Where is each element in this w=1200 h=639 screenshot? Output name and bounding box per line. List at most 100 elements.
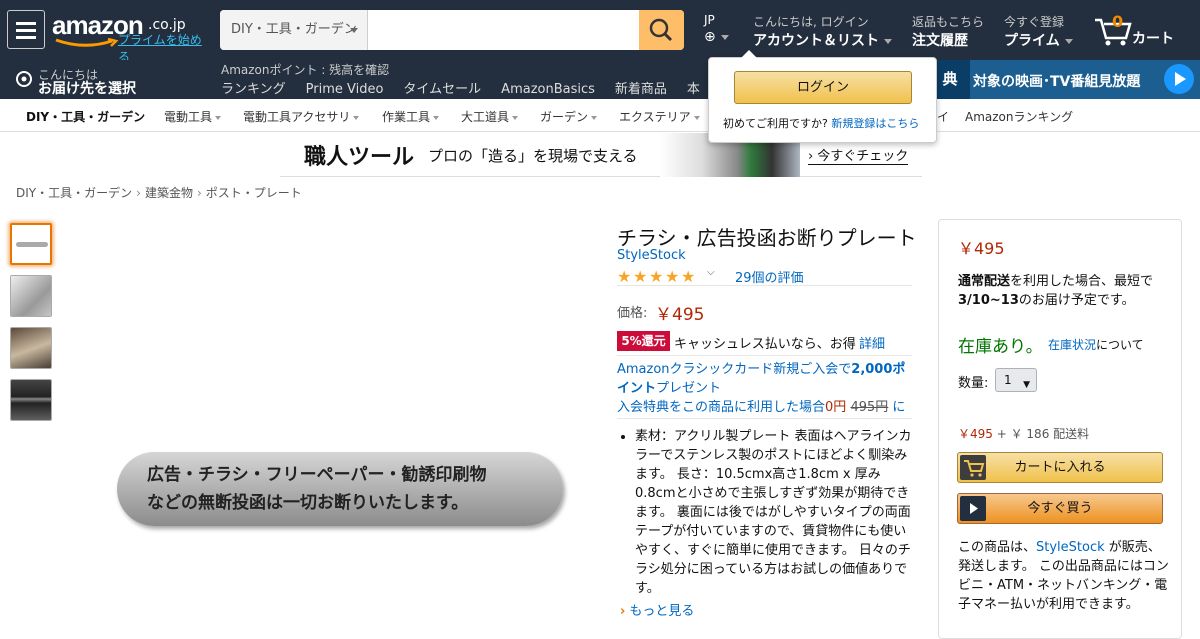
menu-button[interactable]	[7, 10, 45, 49]
prime-label: プライム	[1004, 33, 1060, 49]
main-product-image[interactable]: 広告・チラシ・フリーペーパー・勧誘印刷物 などの無断投函は一切お断りいたします。	[117, 452, 563, 526]
plate-text: 広告・チラシ・フリーペーパー・勧誘印刷物 などの無断投函は一切お断りいたします。	[147, 461, 547, 517]
orders-link[interactable]: 返品もこちら 注文履歴	[912, 13, 984, 50]
breadcrumb-item[interactable]: 建築金物	[145, 186, 193, 200]
top-nav: amazon .co.jp プライムを始める DIY・工具・ガーデン JP ⊕ …	[0, 0, 1200, 64]
add-to-cart-button[interactable]: カートに入れる	[957, 452, 1163, 483]
amazon-logo[interactable]: amazon .co.jp プライムを始める	[52, 10, 212, 64]
ad-title: 職人ツール	[304, 145, 415, 170]
breadcrumb: DIY・工具・ガーデン › 建築金物 › ポスト・プレート	[16, 184, 302, 201]
thumbnail-2[interactable]	[10, 275, 52, 317]
subnav-carpentry[interactable]: 大工道具	[461, 108, 519, 125]
secondary-nav: こんにちは お届け先を選択 Amazonポイント : 残高を確認 ランキング Pr…	[0, 60, 1200, 99]
buy-now-button[interactable]: 今すぐ買う	[957, 493, 1163, 524]
ad-cta[interactable]: 今すぐチェック	[808, 145, 909, 165]
search-category-label: DIY・工具・ガーデン	[231, 22, 357, 37]
cashback-detail-link[interactable]: 詳細	[859, 333, 885, 352]
buy-now-label: 今すぐ買う	[1027, 501, 1093, 516]
subnav-garden[interactable]: ガーデン	[540, 108, 598, 125]
thumbnail-3[interactable]	[10, 327, 52, 369]
card-promo-link[interactable]: Amazonクラシックカード新規ご入会で2,000ポイントプレゼント 入会特典を…	[617, 360, 912, 417]
menu-icon-bar	[16, 22, 36, 25]
thumbnail-4[interactable]	[10, 379, 52, 421]
caret-down-icon	[215, 115, 222, 120]
shipping-fee: ￥495 + ￥ 186 配送料	[958, 425, 1089, 442]
buybox-price: ￥495	[958, 239, 1005, 258]
thumb-plate-image	[16, 242, 48, 247]
cart-link[interactable]: 0 カート	[1094, 12, 1184, 48]
account-menu[interactable]: こんにちは, ログイン アカウント＆リスト	[753, 13, 892, 50]
see-more-link[interactable]: もっと見る	[620, 600, 694, 619]
seller-text: この商品は、	[958, 540, 1037, 555]
account-greeting: こんにちは, ログイン	[753, 15, 869, 29]
add-to-cart-label: カートに入れる	[1014, 460, 1106, 475]
promo-text: 対象の映画･TV番組見放題	[973, 74, 1141, 90]
search-input[interactable]	[369, 10, 639, 50]
caret-down-icon	[591, 115, 598, 120]
star-icon: ★	[665, 267, 680, 286]
ratings-count-link[interactable]: 29個の評価	[735, 267, 804, 286]
chevron-down-icon[interactable]: ⌵	[707, 267, 715, 278]
seller-link[interactable]: StyleStock	[1036, 540, 1105, 555]
globe-icon: ⊕	[704, 29, 729, 45]
search-bar: DIY・工具・ガーデン	[220, 10, 684, 50]
feature-bullet: 素材：アクリル製プレート 表面はヘアラインカラーでステンレス製のポストにほどよく…	[635, 427, 912, 598]
thumbnail-1[interactable]	[10, 223, 52, 265]
buy-box: ￥495 通常配送を利用した場合、最短で 3/10~13のお届け予定です。 在庫あ…	[938, 219, 1182, 639]
prime-menu[interactable]: 今すぐ登録 プライム	[1004, 13, 1073, 50]
new-customer-prefix: 初めてご利用ですか?	[723, 117, 828, 130]
deliver-to-button[interactable]: こんにちは お届け先を選択	[15, 66, 155, 97]
nav-link-books[interactable]: 本	[687, 82, 700, 97]
subnav-power-accessories[interactable]: 電動工具アクセサリ	[243, 108, 360, 125]
orders-small: 返品もこちら	[912, 15, 985, 29]
star-icon: ★	[633, 267, 648, 286]
login-button[interactable]: ログイン	[734, 71, 912, 104]
smile-icon	[55, 38, 119, 47]
points-link[interactable]: Amazonポイント : 残高を確認	[221, 61, 389, 78]
seller-info: この商品は、StyleStock が販売、発送します。 この出品商品にはコンビニ…	[958, 538, 1170, 614]
new-customer-text: 初めてご利用ですか? 新規登録はこちら	[723, 115, 919, 131]
divider	[617, 355, 912, 356]
quantity-value: 1	[1004, 373, 1012, 387]
brand-link[interactable]: StyleStock	[617, 248, 686, 263]
nav-link-new[interactable]: 新着商品	[615, 82, 667, 97]
star-rating[interactable]: ★ ★ ★ ★ ★	[617, 267, 697, 286]
feature-bullets: 素材：アクリル製プレート 表面はヘアラインカラーでステンレス製のポストにほどよく…	[617, 427, 912, 598]
plate-text-line: などの無断投函は一切お断りいたします。	[147, 493, 469, 513]
register-link[interactable]: 新規登録はこちら	[831, 117, 919, 130]
search-button[interactable]	[639, 10, 684, 50]
location-pin-icon	[16, 71, 32, 87]
stock-suffix: について	[1096, 338, 1144, 352]
search-category-select[interactable]: DIY・工具・ガーデン	[220, 10, 368, 50]
menu-icon-bar	[16, 36, 36, 39]
caret-down-icon: ▼	[1023, 380, 1030, 390]
star-icon: ★	[649, 267, 664, 286]
subnav-diy[interactable]: DIY・工具・ガーデン	[26, 108, 145, 125]
delivery-method[interactable]: 通常配送	[958, 274, 1010, 289]
delivery-text: を利用した場合、最短で	[1010, 274, 1154, 289]
product-title: チラシ・広告投函お断りプレート	[617, 226, 917, 250]
play-icon	[960, 496, 986, 521]
language-selector[interactable]: JP ⊕	[704, 13, 729, 45]
stock-status: 在庫あり。	[958, 337, 1043, 357]
play-glyph	[970, 503, 978, 514]
price-label: 価格:	[617, 306, 648, 321]
breadcrumb-item[interactable]: ポスト・プレート	[206, 186, 302, 200]
prime-video-promo[interactable]: 典 対象の映画･TV番組見放題	[930, 60, 1200, 99]
nav-link-timesale[interactable]: タイムセール	[403, 82, 481, 97]
quantity-select[interactable]: 1 ▼	[995, 368, 1037, 392]
subnav-power-tools[interactable]: 電動工具	[164, 108, 222, 125]
subnav-exterior[interactable]: エクステリア	[619, 108, 700, 125]
stock-info: 在庫状況について	[1048, 336, 1144, 353]
nav-link-amazonbasics[interactable]: AmazonBasics	[501, 82, 595, 97]
subnav-ranking[interactable]: Amazonランキング	[965, 108, 1073, 125]
breadcrumb-item[interactable]: DIY・工具・ガーデン	[16, 186, 132, 200]
nav-link-ranking[interactable]: ランキング	[221, 82, 286, 97]
subnav-work-tools[interactable]: 作業工具	[382, 108, 440, 125]
divider	[617, 285, 912, 286]
price-value: ￥495	[655, 305, 705, 325]
subnav-partial[interactable]: イ	[937, 108, 949, 125]
stock-status-link[interactable]: 在庫状況	[1048, 338, 1096, 352]
deliver-label: お届け先を選択	[38, 81, 136, 97]
nav-link-prime-video[interactable]: Prime Video	[306, 82, 384, 97]
